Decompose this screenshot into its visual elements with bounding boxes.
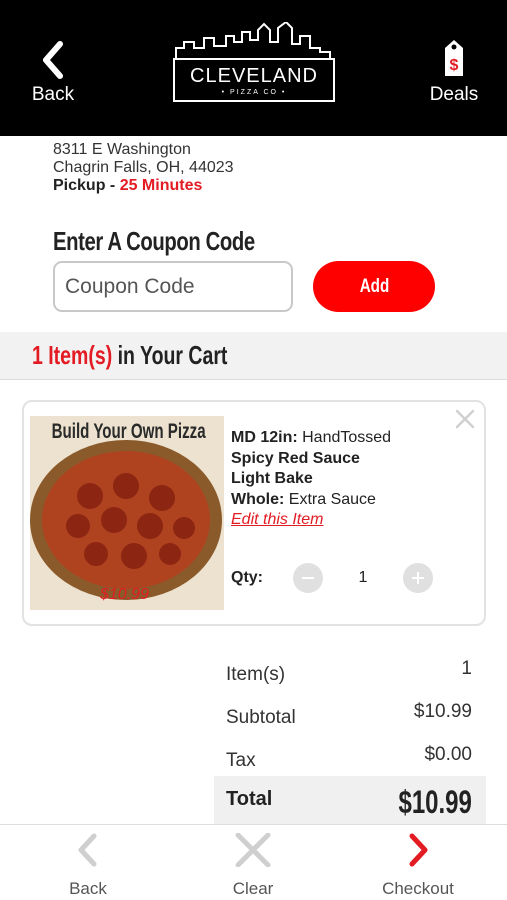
cart-count-heading: 1 Item(s) in Your Cart xyxy=(32,340,227,371)
summary-total-label: Total xyxy=(226,788,273,810)
item-whole-label: Whole: xyxy=(231,490,285,508)
checkout-label: Checkout xyxy=(382,879,454,898)
pickup-time: 25 Minutes xyxy=(119,177,203,194)
summary-tax-label: Tax xyxy=(226,750,256,771)
remove-item-icon[interactable] xyxy=(454,408,476,430)
item-whole-value: Extra Sauce xyxy=(288,490,376,508)
bottom-nav: Back Clear Checkout xyxy=(0,824,507,900)
bottom-back-label: Back xyxy=(69,879,107,898)
store-address: 8311 E Washington Chagrin Falls, OH, 440… xyxy=(53,141,234,195)
bottom-back-button[interactable]: Back xyxy=(28,833,148,899)
cart-heading-suffix: in Your Cart xyxy=(117,340,228,370)
header-back-label: Back xyxy=(31,84,75,105)
deals-button[interactable]: $ Deals xyxy=(423,38,485,106)
deals-label: Deals xyxy=(429,84,479,105)
cleveland-pizza-logo: CLEVELAND • PIZZA CO • xyxy=(170,22,338,106)
pizza-image-price: $10.99 xyxy=(100,586,149,603)
svg-text:$: $ xyxy=(450,57,459,74)
item-sauce: Spicy Red Sauce xyxy=(231,449,391,470)
chevron-right-icon xyxy=(409,833,428,867)
pickup-info: Pickup - 25 Minutes xyxy=(53,177,234,195)
pizza-image-title: Build Your Own Pizza xyxy=(51,420,206,443)
item-details: MD 12in: HandTossed Spicy Red Sauce Ligh… xyxy=(231,428,391,531)
item-size-line: MD 12in: HandTossed xyxy=(231,428,391,449)
price-tag-icon: $ xyxy=(445,40,463,76)
header-back-button[interactable]: Back xyxy=(22,40,84,106)
top-header: Back CLEVELAND • PIZZA CO • $ Deals xyxy=(0,0,507,136)
increase-qty-button[interactable] xyxy=(403,563,433,593)
summary-items-value: 1 xyxy=(461,658,472,679)
logo-subtitle: • PIZZA CO • xyxy=(221,89,287,96)
qty-label: Qty: xyxy=(231,569,263,586)
item-bake-text: Light Bake xyxy=(231,470,313,487)
clear-label: Clear xyxy=(232,879,274,898)
address-line-1: 8311 E Washington xyxy=(53,141,191,158)
edit-item-link[interactable]: Edit this Item xyxy=(231,511,323,528)
checkout-button[interactable]: Checkout xyxy=(358,833,478,899)
cart-header: 1 Item(s) in Your Cart xyxy=(0,332,507,380)
address-line-2: Chagrin Falls, OH, 44023 xyxy=(53,159,234,176)
item-crust: HandTossed xyxy=(302,429,392,446)
item-whole-line: Whole: Extra Sauce xyxy=(231,490,391,511)
summary-total-value: $10.99 xyxy=(398,784,472,820)
chevron-left-icon xyxy=(78,833,97,867)
summary-tax-row: Tax $0.00 xyxy=(214,738,486,781)
add-coupon-button[interactable]: Add xyxy=(313,261,435,312)
coupon-title: Enter A Coupon Code xyxy=(53,226,255,256)
coupon-code-input[interactable] xyxy=(53,261,293,312)
qty-value: 1 xyxy=(358,569,368,586)
add-coupon-label: Add xyxy=(359,275,389,297)
summary-items-label: Item(s) xyxy=(226,664,286,685)
summary-tax-value: $0.00 xyxy=(424,744,472,765)
logo-word: CLEVELAND xyxy=(190,65,318,87)
cart-item-count: 1 Item(s) xyxy=(32,340,113,370)
decrease-qty-button[interactable] xyxy=(293,563,323,593)
summary-total-row: Total $10.99 xyxy=(214,776,486,824)
minus-icon xyxy=(302,577,314,579)
summary-items-row: Item(s) 1 xyxy=(214,652,486,695)
summary-subtotal-label: Subtotal xyxy=(226,707,296,728)
pickup-label: Pickup - xyxy=(53,177,116,194)
summary-subtotal-row: Subtotal $10.99 xyxy=(214,695,486,738)
cart-item-card: Build Your Own Pizza $10.99 MD 12in: Han… xyxy=(22,400,486,626)
chevron-left-icon xyxy=(43,41,63,79)
item-sauce-text: Spicy Red Sauce xyxy=(231,449,360,467)
item-size-label: MD 12in: xyxy=(231,429,298,446)
pizza-illustration xyxy=(30,416,224,610)
close-icon xyxy=(235,833,271,867)
order-summary: Item(s) 1 Subtotal $10.99 Tax $0.00 xyxy=(214,652,486,781)
item-bake: Light Bake xyxy=(231,469,391,490)
summary-subtotal-value: $10.99 xyxy=(413,701,472,722)
clear-button[interactable]: Clear xyxy=(193,833,313,899)
skyline-icon xyxy=(175,22,331,60)
plus-icon xyxy=(412,572,424,584)
quantity-stepper: Qty: 1 xyxy=(231,563,433,593)
pizza-image: Build Your Own Pizza $10.99 xyxy=(30,416,224,610)
